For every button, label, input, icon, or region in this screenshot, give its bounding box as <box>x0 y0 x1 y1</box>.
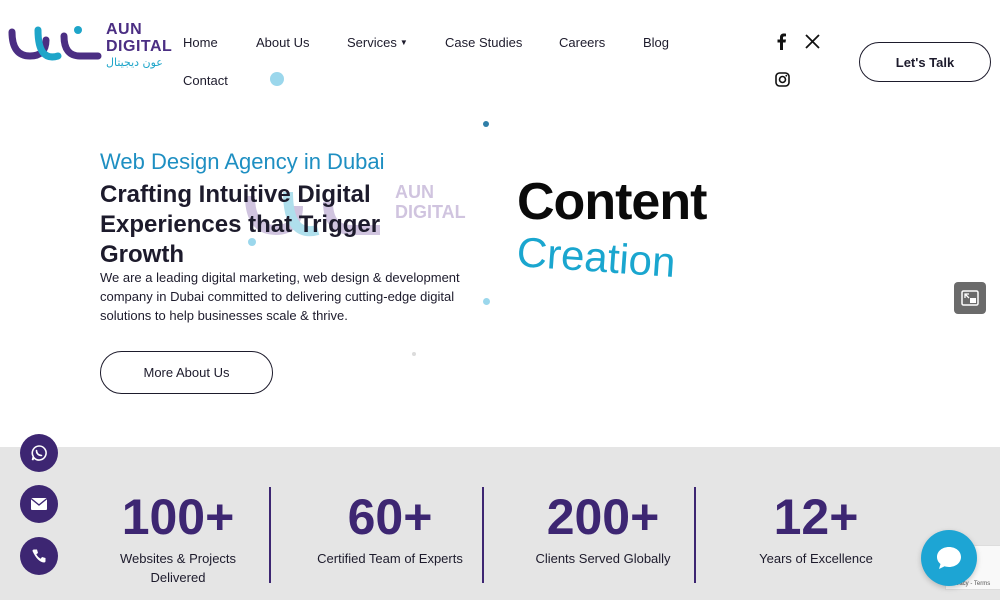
stat-value: 60+ <box>347 489 433 545</box>
stat-divider <box>269 487 271 583</box>
more-about-us-button[interactable]: More About Us <box>100 351 273 394</box>
stat-label: Clients Served Globally <box>535 551 671 566</box>
nav-careers[interactable]: Careers <box>559 35 605 50</box>
stat-item: 60+ Certified Team of Experts <box>284 447 496 568</box>
stat-divider <box>482 487 484 583</box>
phone-icon <box>32 549 46 563</box>
hero-title: Crafting Intuitive Digital Experiences t… <box>100 181 381 268</box>
instagram-icon[interactable] <box>773 70 791 88</box>
nav-services-label: Services <box>347 35 397 50</box>
brand-name: AUN DIGITAL عون ديجيتال <box>106 21 173 69</box>
stat-divider <box>694 487 696 583</box>
chat-widget-button[interactable] <box>921 530 977 586</box>
stat-label: Websites & Projects Delivered <box>119 551 237 585</box>
stat-label: Certified Team of Experts <box>317 551 463 566</box>
nav-contact[interactable]: Contact <box>183 73 228 88</box>
chat-bubble-icon <box>937 547 961 569</box>
decorative-dot <box>483 298 490 305</box>
decorative-dot <box>412 352 416 356</box>
stat-item: 12+ Years of Excellence <box>710 447 922 568</box>
stat-value: 12+ <box>773 489 859 545</box>
brand-name-line1: AUN <box>106 21 143 38</box>
stat-item: 200+ Clients Served Globally <box>497 447 709 568</box>
hero-description: We are a leading digital marketing, web … <box>100 270 460 323</box>
brand-logo[interactable]: AUN DIGITAL عون ديجيتال <box>8 22 172 68</box>
email-icon <box>30 497 48 510</box>
lets-talk-button[interactable]: Let's Talk <box>859 42 991 82</box>
chevron-down-icon: ▼ <box>399 38 408 47</box>
picture-in-picture-icon <box>961 290 979 306</box>
stat-item: 100+ Websites & Projects Delivered <box>72 447 284 587</box>
email-button[interactable] <box>20 485 58 523</box>
brand-name-line2: DIGITAL <box>106 38 173 55</box>
hero-visual-word-creation: Creation <box>515 228 678 287</box>
decorative-dot <box>483 121 489 127</box>
whatsapp-button[interactable] <box>20 434 58 472</box>
decorative-dot <box>270 72 284 86</box>
nav-services[interactable]: Services ▼ <box>347 35 408 50</box>
x-icon[interactable] <box>803 32 821 50</box>
nav-case-studies[interactable]: Case Studies <box>445 35 522 50</box>
brand-name-arabic: عون ديجيتال <box>106 56 163 69</box>
whatsapp-icon <box>31 445 47 461</box>
stat-value: 100+ <box>121 489 235 545</box>
nav-home[interactable]: Home <box>183 35 218 50</box>
hero-visual-word-content: Content <box>517 173 707 231</box>
nav-blog[interactable]: Blog <box>643 35 669 50</box>
facebook-icon[interactable] <box>772 32 790 50</box>
stat-value: 200+ <box>546 489 660 545</box>
picture-in-picture-button[interactable] <box>954 282 986 314</box>
phone-button[interactable] <box>20 537 58 575</box>
stats-section: 100+ Websites & Projects Delivered 60+ C… <box>0 447 1000 600</box>
hero-subtitle: Web Design Agency in Dubai <box>100 149 385 174</box>
logo-mark-icon <box>8 26 102 61</box>
stat-label: Years of Excellence <box>759 551 873 566</box>
nav-about-us[interactable]: About Us <box>256 35 309 50</box>
